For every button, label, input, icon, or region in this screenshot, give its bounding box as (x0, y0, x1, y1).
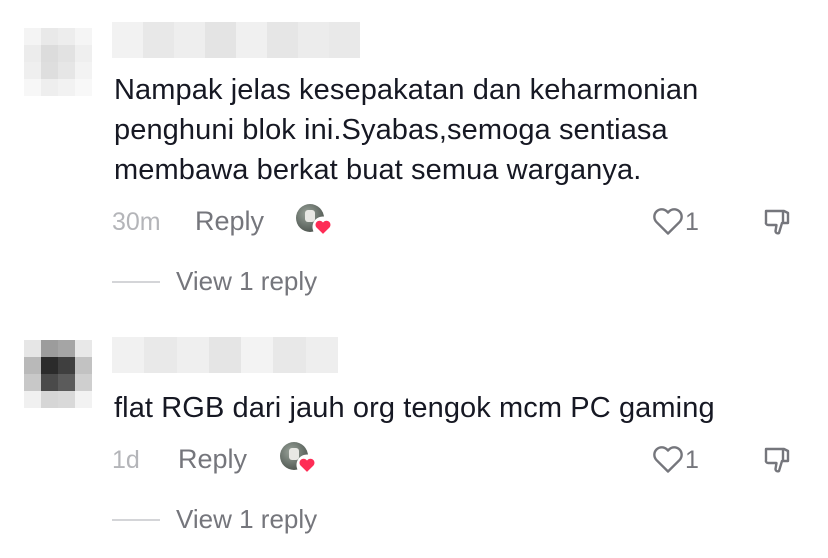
divider (112, 519, 160, 521)
heart-outline-icon[interactable] (652, 444, 684, 474)
avatar[interactable] (24, 340, 92, 408)
divider (112, 281, 160, 283)
comment-meta: 30m Reply 1 (112, 204, 812, 240)
view-replies[interactable]: View 1 reply (112, 264, 412, 300)
heart-outline-icon[interactable] (652, 206, 684, 236)
username[interactable] (112, 22, 360, 58)
heart-badge-icon (296, 454, 318, 476)
creator-liked-badge (296, 204, 334, 238)
comment-time: 1d (112, 446, 140, 474)
like-button[interactable]: 1 (652, 204, 712, 238)
comment-item: Nampak jelas kesepakatan dan keharmonian… (0, 0, 828, 305)
like-count: 1 (685, 208, 699, 236)
comment-item: flat RGB dari jauh org tengok mcm PC gam… (0, 335, 828, 558)
creator-liked-badge (280, 442, 318, 476)
like-button[interactable]: 1 (652, 442, 712, 476)
username[interactable] (112, 337, 338, 373)
view-replies-button[interactable]: View 1 reply (176, 504, 317, 535)
comment-text-line: Nampak jelas kesepakatan dan keharmonian (114, 74, 699, 106)
thumbs-down-outline-icon[interactable] (762, 206, 794, 238)
comment-text-line: penghuni blok ini.Syabas,semoga sentiasa (114, 114, 668, 146)
like-count: 1 (685, 446, 699, 474)
view-replies-button[interactable]: View 1 reply (176, 266, 317, 297)
comment-meta: 1d Reply 1 (112, 442, 812, 478)
comment-time: 30m (112, 208, 161, 236)
reply-button[interactable]: Reply (195, 206, 264, 237)
thumbs-down-outline-icon[interactable] (762, 444, 794, 476)
comment-text: Nampak jelas kesepakatan dan keharmonian… (114, 70, 804, 190)
comment-text-line: flat RGB dari jauh org tengok mcm PC gam… (114, 392, 715, 424)
comment-text: flat RGB dari jauh org tengok mcm PC gam… (114, 388, 804, 428)
reply-button[interactable]: Reply (178, 444, 247, 475)
heart-badge-icon (312, 216, 334, 238)
view-replies[interactable]: View 1 reply (112, 502, 412, 538)
avatar[interactable] (24, 28, 92, 96)
comment-text-line: membawa berkat buat semua warganya. (114, 154, 642, 186)
